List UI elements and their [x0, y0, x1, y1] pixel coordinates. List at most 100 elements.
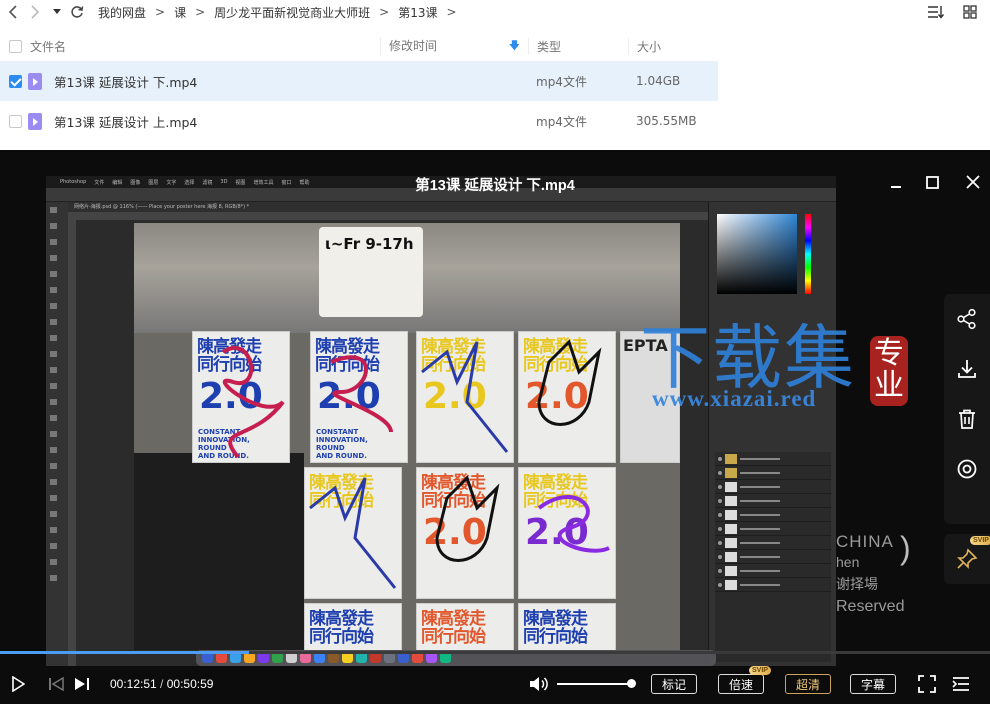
file-row[interactable]: 第13课 延展设计 下.mp4 mp4文件 1.04GB: [0, 61, 718, 101]
column-header-mtime[interactable]: 修改时间 🡇: [380, 36, 528, 56]
playlist-icon: [952, 677, 969, 691]
poster-squiggle-graphic: [221, 345, 285, 459]
poster-squiggle-graphic: [537, 495, 610, 553]
play-icon: [12, 676, 25, 692]
poster-zigzag-graphic: [421, 341, 509, 453]
row-check-cell: [0, 114, 30, 128]
volume-slider[interactable]: [557, 679, 637, 688]
svip-badge: SVIP: [970, 536, 990, 545]
delete-button[interactable]: [944, 394, 990, 444]
sort-list-icon: [928, 6, 945, 19]
video-frame: Photoshop 文件 编辑 图像 图层 文字 选择 滤镜 3D 视图 增效工…: [46, 176, 836, 666]
background-text: CHINA: [836, 532, 894, 551]
forward-button[interactable]: [24, 1, 46, 23]
fullscreen-button[interactable]: [916, 674, 938, 694]
poster-title: 陳高發走 同行向始: [523, 609, 588, 647]
volume-button[interactable]: [528, 674, 550, 694]
sort-button[interactable]: [926, 2, 946, 22]
refresh-button[interactable]: [66, 1, 88, 23]
ps-canvas: ι~Fr 9-17h 陳高發走 同行向始 2.0 CONSTANT INNOVA…: [134, 223, 680, 650]
speed-button[interactable]: 倍速 SVIP: [718, 666, 771, 694]
trash-icon: [959, 409, 975, 429]
svip-badge: SVIP: [749, 666, 771, 675]
share-button[interactable]: [944, 294, 990, 344]
ps-color-picker: [717, 214, 797, 294]
next-button[interactable]: [72, 674, 92, 694]
video-player[interactable]: CHINA hen 谢择場 Reserved ) Photoshop 文件 编辑…: [0, 150, 990, 704]
poster: 陳高發走 同行向始 2.0 CONSTANT INNOVATION, ROUND…: [192, 331, 290, 463]
breadcrumb-item[interactable]: 第13课: [398, 4, 437, 21]
file-size: 305.55MB: [636, 114, 697, 128]
progress-bar[interactable]: [0, 651, 990, 654]
file-name[interactable]: 第13课 延展设计 上.mp4: [54, 112, 197, 131]
video-file-icon: [28, 112, 42, 130]
caret-down-icon: [53, 9, 61, 14]
volume-icon: [530, 677, 548, 691]
play-button[interactable]: [8, 674, 28, 694]
volume-fill: [557, 683, 632, 685]
background-text: ): [900, 530, 911, 566]
file-type: mp4文件: [536, 114, 587, 129]
poster-title: 陳高發走 同行向始: [421, 609, 486, 647]
history-dropdown-button[interactable]: [50, 1, 64, 23]
street-sign: ι~Fr 9-17h: [319, 227, 423, 317]
breadcrumb-item[interactable]: 周少龙平面新视觉商业大师班: [214, 4, 370, 21]
poster-squiggle-graphic: [330, 355, 393, 433]
pin-button[interactable]: SVIP: [944, 534, 990, 584]
progress-fill: [0, 651, 250, 654]
file-size: 1.04GB: [636, 74, 681, 88]
canvas-background-wall: [134, 453, 304, 650]
previous-button[interactable]: [46, 674, 66, 694]
column-header-mtime-label: 修改时间: [389, 38, 438, 53]
row-checkbox[interactable]: [8, 74, 22, 88]
current-time: 00:12:51: [110, 677, 157, 691]
street-sign-text: ι~Fr 9-17h: [325, 235, 414, 253]
column-header-name[interactable]: 文件名: [30, 38, 380, 55]
download-icon: [958, 360, 976, 378]
seal-char: 业: [874, 368, 904, 403]
chevron-left-icon: [8, 5, 17, 19]
ps-layers-panel: [715, 452, 831, 662]
breadcrumb-separator: >: [155, 5, 166, 19]
maximize-button[interactable]: [922, 172, 942, 192]
duration: 00:50:59: [166, 677, 214, 691]
minimize-icon: [891, 186, 901, 188]
video-file-icon: [28, 72, 42, 90]
watermark-url: www.xiazai.red: [652, 386, 817, 411]
ps-ruler: [68, 220, 76, 666]
more-options-button[interactable]: [944, 444, 990, 494]
top-navigation-bar: 我的网盘 > 课 > 周少龙平面新视觉商业大师班 > 第13课 >: [0, 0, 990, 24]
mark-button[interactable]: 标记: [651, 674, 697, 694]
row-checkbox[interactable]: [8, 114, 22, 128]
subtitle-button[interactable]: 字幕: [850, 674, 896, 694]
volume-knob[interactable]: [627, 679, 637, 688]
file-name-cell: 第13课 延展设计 下.mp4: [28, 72, 380, 91]
grid-view-button[interactable]: [960, 2, 980, 22]
column-header-type[interactable]: 类型: [528, 37, 628, 55]
background-text: hen: [836, 554, 860, 570]
fullscreen-icon: [918, 675, 936, 693]
breadcrumb-item[interactable]: 我的网盘: [98, 4, 146, 21]
file-name-cell: 第13课 延展设计 上.mp4: [28, 112, 380, 131]
column-header-size[interactable]: 大小: [628, 37, 718, 55]
poster-hand-graphic: [537, 339, 602, 426]
watermark-text: 下载集: [640, 317, 856, 399]
select-all-cell: [0, 39, 30, 53]
close-button[interactable]: [963, 172, 983, 192]
quality-button[interactable]: 超清: [785, 674, 831, 694]
playback-time: 00:12:51 / 00:50:59: [110, 677, 213, 691]
file-row[interactable]: 第13课 延展设计 上.mp4 mp4文件 305.55MB: [0, 101, 718, 141]
ps-ruler: [68, 212, 708, 220]
share-icon: [957, 308, 976, 330]
download-button[interactable]: [944, 344, 990, 394]
file-list-header: 文件名 修改时间 🡇 类型 大小: [0, 32, 718, 60]
time-separator: /: [156, 677, 167, 691]
minimize-button[interactable]: [886, 172, 906, 192]
close-icon: [966, 175, 980, 189]
breadcrumb-item[interactable]: 课: [174, 4, 186, 21]
side-action-panel: [944, 294, 990, 524]
select-all-checkbox[interactable]: [8, 39, 22, 53]
file-name[interactable]: 第13课 延展设计 下.mp4: [54, 72, 197, 91]
back-button[interactable]: [2, 1, 24, 23]
playlist-button[interactable]: [950, 674, 972, 694]
